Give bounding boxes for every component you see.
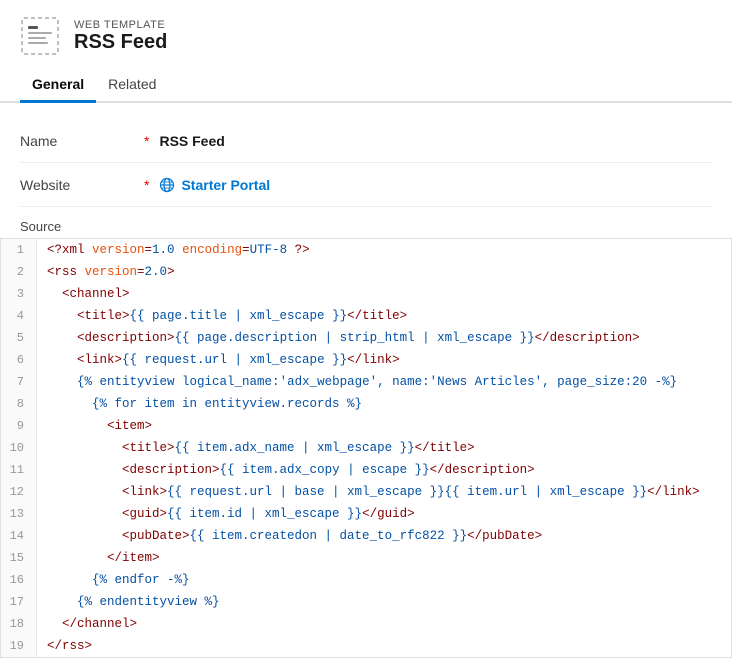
code-line-19: 19 </rss> [1,635,731,657]
tab-related[interactable]: Related [96,68,168,103]
code-line-12: 12 <link>{{ request.url | base | xml_esc… [1,481,731,503]
code-line-6: 6 <link>{{ request.url | xml_escape }}</… [1,349,731,371]
form-section: Name * RSS Feed Website * Starter Portal [0,103,732,207]
code-line-15: 15 </item> [1,547,731,569]
tab-general[interactable]: General [20,68,96,103]
name-row: Name * RSS Feed [20,119,712,163]
tab-bar: General Related [0,68,732,103]
website-label: Website [20,177,140,193]
code-line-7: 7 {% entityview logical_name:'adx_webpag… [1,371,731,393]
code-line-4: 4 <title>{{ page.title | xml_escape }}</… [1,305,731,327]
header-text-block: WEB TEMPLATE RSS Feed [74,19,167,54]
header-title: RSS Feed [74,31,167,54]
code-line-3: 3 <channel> [1,283,731,305]
name-required: * [144,133,149,149]
code-line-5: 5 <description>{{ page.description | str… [1,327,731,349]
code-line-16: 16 {% endfor -%} [1,569,731,591]
code-line-10: 10 <title>{{ item.adx_name | xml_escape … [1,437,731,459]
header-subtitle: WEB TEMPLATE [74,19,167,31]
globe-icon [159,177,175,193]
website-value: Starter Portal [181,177,270,193]
code-line-8: 8 {% for item in entityview.records %} [1,393,731,415]
code-line-18: 18 </channel> [1,613,731,635]
source-code-block: 1 <?xml version=1.0 encoding=UTF-8 ?> 2 … [0,238,732,658]
website-row: Website * Starter Portal [20,163,712,207]
web-template-icon [20,16,60,56]
code-line-11: 11 <description>{{ item.adx_copy | escap… [1,459,731,481]
code-line-1: 1 <?xml version=1.0 encoding=UTF-8 ?> [1,239,731,261]
website-link[interactable]: Starter Portal [159,177,270,193]
page-header: WEB TEMPLATE RSS Feed [0,0,732,68]
code-line-17: 17 {% endentityview %} [1,591,731,613]
code-line-9: 9 <item> [1,415,731,437]
source-label: Source [0,207,732,238]
name-label: Name [20,133,140,149]
code-line-14: 14 <pubDate>{{ item.createdon | date_to_… [1,525,731,547]
name-value: RSS Feed [159,133,224,149]
code-line-2: 2 <rss version=2.0> [1,261,731,283]
code-line-13: 13 <guid>{{ item.id | xml_escape }}</gui… [1,503,731,525]
website-required: * [144,177,149,193]
